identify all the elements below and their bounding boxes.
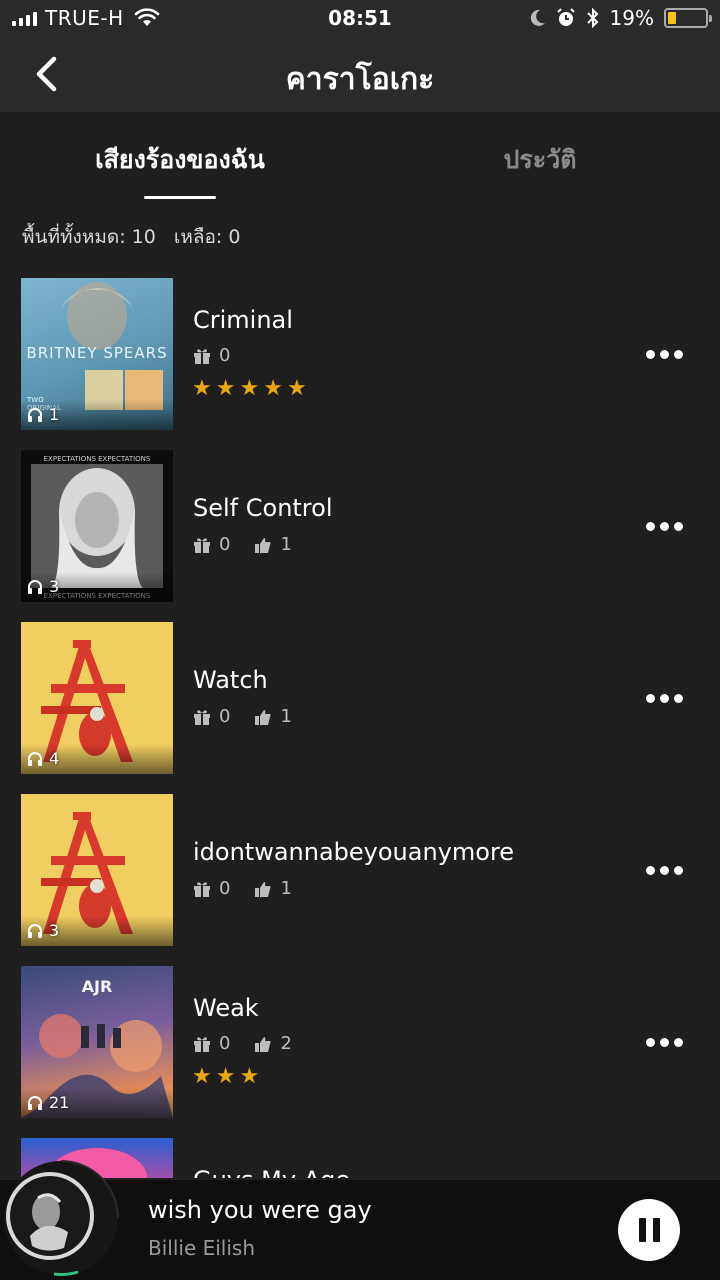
album-cover: EXPECTATIONS EXPECTATIONS EXPECTATIONS E… <box>21 450 173 602</box>
song-title: Self Control <box>193 494 333 522</box>
now-playing-artwork[interactable] <box>2 1158 120 1278</box>
star-icon: ★ <box>215 1064 236 1089</box>
tab-my-vocals[interactable]: เสียงร้องของฉัน <box>0 140 360 180</box>
gift-icon <box>194 1036 210 1052</box>
song-list[interactable]: BRITNEY SPEARS TWO ORIGINAL 1 Criminal 0… <box>0 278 720 1178</box>
song-title: Weak <box>193 994 259 1022</box>
page-title: คาราโอเกะ <box>285 62 435 97</box>
song-stats: 0 1 <box>193 534 316 555</box>
bluetooth-icon <box>586 8 598 28</box>
song-title: Criminal <box>193 306 293 334</box>
gift-count: 0 <box>193 345 230 366</box>
gift-icon <box>194 348 210 364</box>
status-bar: TRUE-H 08:51 19% <box>0 0 720 36</box>
gift-count: 0 <box>193 878 230 899</box>
song-item[interactable]: BRITNEY SPEARS TWO ORIGINAL 1 Criminal 0… <box>0 278 720 430</box>
song-item[interactable]: EXPECTATIONS EXPECTATIONS EXPECTATIONS E… <box>0 450 720 602</box>
svg-text:AJR: AJR <box>82 977 113 996</box>
star-icon: ★ <box>286 376 307 401</box>
gift-icon <box>194 881 210 897</box>
song-stats: 0 1 <box>193 878 316 899</box>
song-stats: 0 2 <box>193 1033 316 1054</box>
storage-summary: พื้นที่ทั้งหมด: 10 เหลือ: 0 <box>22 222 240 252</box>
star-icon: ★ <box>192 1064 212 1089</box>
album-cover: 4 <box>21 622 173 774</box>
svg-text:EXPECTATIONS EXPECTATIONS: EXPECTATIONS EXPECTATIONS <box>44 455 151 463</box>
pause-button[interactable] <box>618 1199 680 1261</box>
headphones-icon <box>28 408 42 422</box>
star-rating: ★ ★ ★ ★ ★ <box>192 376 307 401</box>
gift-icon <box>194 709 210 725</box>
pause-icon <box>638 1218 646 1242</box>
star-icon: ★ <box>239 376 260 401</box>
more-options-button[interactable] <box>640 334 688 374</box>
status-right: 19% <box>530 6 712 30</box>
star-icon: ★ <box>215 376 236 401</box>
play-count: 4 <box>27 749 59 768</box>
headphones-icon <box>28 752 42 766</box>
song-title: Watch <box>193 666 268 694</box>
like-count: 2 <box>254 1033 292 1054</box>
song-item[interactable]: 4 Watch 0 1 <box>0 622 720 774</box>
headphones-icon <box>28 924 42 938</box>
now-playing-title: wish you were gay <box>148 1196 372 1224</box>
song-title: idontwannabeyouanymore <box>193 838 515 866</box>
song-title: Guys My Age <box>193 1166 350 1178</box>
star-icon: ★ <box>192 376 212 401</box>
gift-icon <box>194 537 210 553</box>
song-stats: 0 <box>193 345 254 366</box>
play-count: 3 <box>27 921 59 940</box>
like-count: 1 <box>254 706 292 727</box>
like-count: 1 <box>254 878 292 899</box>
gift-count: 0 <box>193 534 230 555</box>
now-playing-bar[interactable]: wish you were gay Billie Eilish <box>0 1160 720 1280</box>
thumbs-up-icon <box>255 709 271 725</box>
thumbs-up-icon <box>255 537 271 553</box>
gift-count: 0 <box>193 706 230 727</box>
svg-text:BRITNEY SPEARS: BRITNEY SPEARS <box>26 344 167 362</box>
star-icon: ★ <box>239 1064 260 1089</box>
navigation-bar: คาราโอเกะ <box>0 36 720 112</box>
more-options-button[interactable] <box>640 850 688 890</box>
song-item[interactable]: 3 idontwannabeyouanymore 0 1 <box>0 794 720 946</box>
headphones-icon <box>28 1096 42 1110</box>
album-cover: 3 <box>21 794 173 946</box>
play-count: 1 <box>27 405 59 424</box>
battery-percent: 19% <box>609 6 654 30</box>
tab-bar: เสียงร้องของฉัน ประวัติ <box>0 112 720 204</box>
like-count: 1 <box>254 534 292 555</box>
moon-icon <box>530 9 545 26</box>
tab-active-indicator <box>144 196 216 199</box>
play-count: 3 <box>27 577 59 596</box>
thumbs-up-icon <box>255 1036 271 1052</box>
headphones-icon <box>28 580 42 594</box>
now-playing-artist: Billie Eilish <box>148 1236 256 1260</box>
thumbs-up-icon <box>255 881 271 897</box>
star-rating: ★ ★ ★ <box>192 1064 259 1089</box>
alarm-icon <box>556 8 575 26</box>
album-cover: AJR 21 <box>21 966 173 1118</box>
battery-icon <box>664 8 712 28</box>
more-options-button[interactable] <box>640 1022 688 1062</box>
star-icon: ★ <box>263 376 283 401</box>
storage-total: พื้นที่ทั้งหมด: 10 <box>22 226 156 248</box>
play-count: 21 <box>27 1093 69 1112</box>
gift-count: 0 <box>193 1033 230 1054</box>
song-item[interactable]: AJR 21 Weak 0 2 ★ ★ ★ <box>0 966 720 1118</box>
storage-remaining: เหลือ: 0 <box>173 226 241 248</box>
album-cover: BRITNEY SPEARS TWO ORIGINAL 1 <box>21 278 173 430</box>
more-options-button[interactable] <box>640 678 688 718</box>
song-stats: 0 1 <box>193 706 316 727</box>
more-options-button[interactable] <box>640 506 688 546</box>
tab-history[interactable]: ประวัติ <box>360 140 720 180</box>
